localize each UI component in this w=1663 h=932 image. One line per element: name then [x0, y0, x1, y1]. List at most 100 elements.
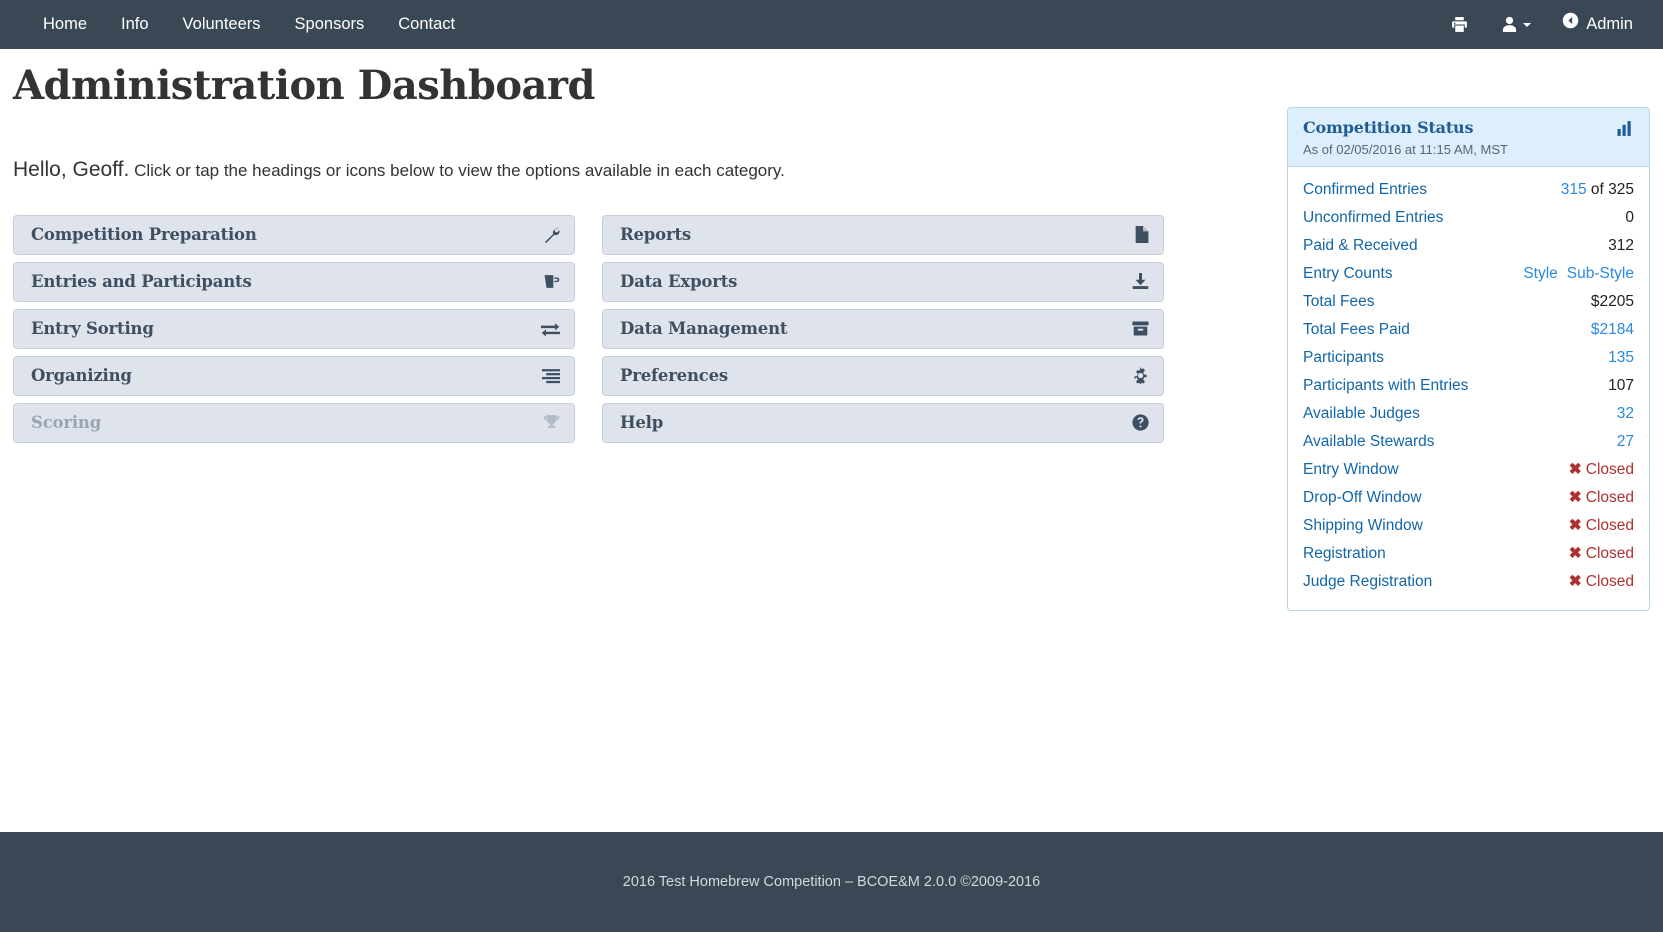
status-value-link[interactable]: 27 [1617, 433, 1634, 450]
print-button[interactable] [1434, 16, 1485, 33]
nav-link-home[interactable]: Home [26, 0, 104, 49]
panel-header[interactable]: Organizing [14, 357, 574, 395]
status-label[interactable]: Shipping Window [1303, 515, 1423, 537]
status-header-text: Competition Status As of 02/05/2016 at 1… [1303, 118, 1508, 157]
status-value: 135 [1608, 347, 1634, 369]
x-mark-icon: ✖ [1569, 573, 1582, 590]
panel-column-left: Competition Preparation Entries and Part… [13, 215, 575, 450]
dashboard-panels: Competition Preparation Entries and Part… [13, 215, 1178, 450]
status-row-judge-registration: Judge Registration ✖Closed [1303, 568, 1634, 596]
panel-header[interactable]: Data Management [603, 310, 1163, 348]
wrench-icon [543, 226, 560, 243]
status-badge: ✖Closed [1569, 543, 1634, 565]
status-label[interactable]: Unconfirmed Entries [1303, 207, 1443, 229]
panel-entry-sorting[interactable]: Entry Sorting [13, 309, 575, 349]
download-icon [1132, 273, 1149, 290]
panel-header[interactable]: Competition Preparation [14, 216, 574, 254]
status-value: $2184 [1591, 319, 1634, 341]
entry-counts-substyle-link[interactable]: Sub-Style [1567, 265, 1634, 282]
page-footer: 2016 Test Homebrew Competition – BCOE&M … [0, 832, 1663, 932]
exchange-icon [541, 320, 560, 337]
panel-reports[interactable]: Reports [602, 215, 1164, 255]
greeting-text: Hello, Geoff. Click or tap the headings … [13, 155, 1178, 184]
panel-data-exports[interactable]: Data Exports [602, 262, 1164, 302]
status-badge: ✖Closed [1569, 571, 1634, 593]
panel-title: Organizing [31, 366, 132, 385]
status-badge-label: Closed [1586, 517, 1634, 534]
user-menu-button[interactable] [1485, 16, 1548, 33]
page-body: Administration Dashboard Hello, Geoff. C… [0, 49, 1663, 832]
archive-icon [1132, 320, 1149, 337]
status-row-total-fees-paid: Total Fees Paid $2184 [1303, 316, 1634, 344]
user-icon [1502, 16, 1517, 33]
panel-entries-and-participants[interactable]: Entries and Participants [13, 262, 575, 302]
status-label[interactable]: Drop-Off Window [1303, 487, 1422, 509]
status-label[interactable]: Participants with Entries [1303, 375, 1468, 397]
panel-header[interactable]: Data Exports [603, 263, 1163, 301]
status-label[interactable]: Judge Registration [1303, 571, 1432, 593]
panel-data-management[interactable]: Data Management [602, 309, 1164, 349]
panel-preferences[interactable]: Preferences [602, 356, 1164, 396]
bar-chart-icon[interactable] [1617, 120, 1634, 137]
status-value-link[interactable]: $2184 [1591, 321, 1634, 338]
nav-link-info[interactable]: Info [104, 0, 166, 49]
panel-title: Entry Sorting [31, 319, 154, 338]
status-value-link[interactable]: 135 [1608, 349, 1634, 366]
status-label[interactable]: Confirmed Entries [1303, 179, 1427, 201]
panel-header[interactable]: Reports [603, 216, 1163, 254]
nav-link-volunteers[interactable]: Volunteers [166, 0, 278, 49]
navbar-actions: Admin [1434, 0, 1645, 49]
entry-counts-style-link[interactable]: Style [1523, 265, 1557, 282]
panel-title: Help [620, 413, 663, 432]
status-label[interactable]: Entry Counts [1303, 263, 1393, 285]
status-value-link[interactable]: 315 [1561, 181, 1587, 198]
panel-column-right: Reports Data Exports [602, 215, 1164, 450]
panel-header[interactable]: Entry Sorting [14, 310, 574, 348]
status-row-paid-and-received: Paid & Received 312 [1303, 232, 1634, 260]
page-title: Administration Dashboard [13, 63, 1178, 109]
top-navbar: Home Info Volunteers Sponsors Contact [0, 0, 1663, 49]
status-value: $2205 [1591, 291, 1634, 313]
panel-title: Entries and Participants [31, 272, 252, 291]
nav-link-contact[interactable]: Contact [381, 0, 472, 49]
panel-header[interactable]: Entries and Participants [14, 263, 574, 301]
greeting-hello: Hello, Geoff. [13, 158, 129, 181]
panel-competition-preparation[interactable]: Competition Preparation [13, 215, 575, 255]
beer-icon [543, 273, 560, 290]
status-label[interactable]: Available Stewards [1303, 431, 1435, 453]
status-badge-label: Closed [1586, 573, 1634, 590]
status-label[interactable]: Total Fees [1303, 291, 1375, 313]
status-row-confirmed-entries: Confirmed Entries 315 of 325 [1303, 176, 1634, 204]
status-rows: Confirmed Entries 315 of 325 Unconfirmed… [1288, 167, 1649, 610]
status-badge-label: Closed [1586, 489, 1634, 506]
main-content-column: Administration Dashboard Hello, Geoff. C… [13, 49, 1178, 450]
status-label[interactable]: Participants [1303, 347, 1384, 369]
status-row-entry-window: Entry Window ✖Closed [1303, 456, 1634, 484]
status-label[interactable]: Registration [1303, 543, 1386, 565]
list-indent-icon [542, 367, 560, 384]
panel-header[interactable]: Preferences [603, 357, 1163, 395]
panel-title: Scoring [31, 413, 101, 432]
status-label[interactable]: Total Fees Paid [1303, 319, 1410, 341]
admin-button[interactable]: Admin [1548, 0, 1645, 49]
status-value-link[interactable]: 32 [1617, 405, 1634, 422]
panel-scoring[interactable]: Scoring [13, 403, 575, 443]
status-value: 27 [1617, 431, 1634, 453]
admin-label: Admin [1586, 0, 1633, 49]
panel-title: Data Exports [620, 272, 737, 291]
nav-link-sponsors[interactable]: Sponsors [278, 0, 382, 49]
panel-header[interactable]: Scoring [14, 404, 574, 442]
status-label[interactable]: Entry Window [1303, 459, 1399, 481]
x-mark-icon: ✖ [1569, 545, 1582, 562]
status-label[interactable]: Available Judges [1303, 403, 1420, 425]
x-mark-icon: ✖ [1569, 517, 1582, 534]
panel-help[interactable]: Help [602, 403, 1164, 443]
panel-header[interactable]: Help [603, 404, 1163, 442]
file-icon [1134, 226, 1149, 243]
panel-organizing[interactable]: Organizing [13, 356, 575, 396]
status-label[interactable]: Paid & Received [1303, 235, 1418, 257]
footer-text: 2016 Test Homebrew Competition – BCOE&M … [623, 874, 1040, 890]
trophy-icon [543, 414, 560, 431]
chevron-down-icon [1523, 23, 1531, 27]
status-badge: ✖Closed [1569, 515, 1634, 537]
